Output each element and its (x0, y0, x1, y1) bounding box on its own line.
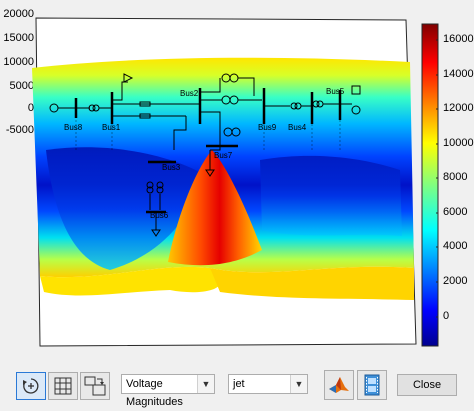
colorbar (421, 23, 439, 347)
colorbar-tick-label: 6000 (443, 206, 468, 218)
chevron-down-icon: ▼ (290, 375, 307, 393)
rotate-3d-button[interactable] (16, 372, 46, 400)
bus-label: Bus8 (64, 123, 83, 132)
rotate-3d-icon (23, 378, 39, 394)
colorbar-tick-label: 14000 (443, 68, 474, 80)
record-video-button[interactable] (357, 370, 387, 400)
colormap-select-value: jet (233, 378, 245, 390)
colorbar-tick-label: 16000 (443, 33, 474, 45)
colorbar-tick-label: 10000 (443, 137, 474, 149)
plot-area: 20000 15000 10000 5000 0 -5000 Bus8 Bus1… (0, 0, 474, 366)
matlab-surface-button[interactable] (324, 370, 354, 400)
surface-plot: Bus8 Bus1 Bus2 Bus3 Bus6 Bus7 Bus9 Bus4 … (32, 17, 439, 347)
bus-label: Bus4 (288, 123, 307, 132)
close-button[interactable]: Close (397, 374, 457, 396)
bus-label: Bus5 (326, 87, 345, 96)
bus-label: Bus7 (214, 151, 233, 160)
bus-label: Bus6 (150, 211, 169, 220)
colormap-select[interactable]: jet ▼ (228, 374, 308, 394)
colorbar-tick-label: 8000 (443, 171, 468, 183)
bus-label: Bus2 (180, 89, 199, 98)
colorbar-tick-label: 4000 (443, 240, 468, 252)
bus-label: Bus1 (102, 123, 121, 132)
bus-label: Bus9 (258, 123, 277, 132)
grid-button[interactable] (48, 372, 78, 400)
colorbar-tick-label: 0 (443, 310, 450, 322)
swap-view-icon (84, 376, 106, 396)
colorbar-tick-label: 2000 (443, 275, 468, 287)
measure-select[interactable]: Voltage Magnitudes ▼ (121, 374, 215, 408)
bus-label: Bus3 (162, 163, 181, 172)
grid-icon (54, 377, 72, 395)
toggle-view-button[interactable] (80, 372, 110, 400)
chevron-down-icon: ▼ (197, 375, 214, 393)
matlab-logo-icon (329, 377, 349, 393)
colorbar-tick-label: 12000 (443, 102, 474, 114)
bottom-toolbar: Voltage Magnitudes ▼ jet ▼ Close (0, 366, 474, 408)
film-strip-icon (364, 374, 380, 396)
